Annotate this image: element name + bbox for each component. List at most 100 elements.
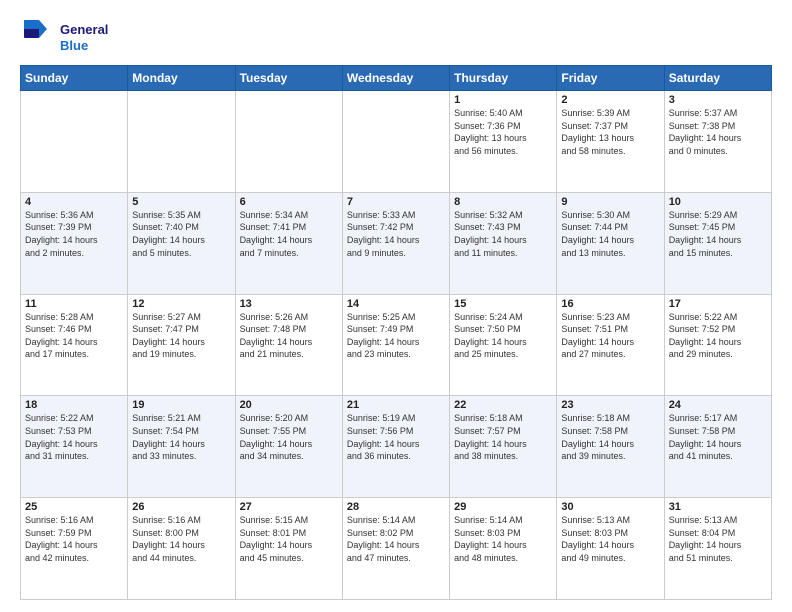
calendar-cell: 18Sunrise: 5:22 AM Sunset: 7:53 PM Dayli… [21, 396, 128, 498]
calendar-cell: 17Sunrise: 5:22 AM Sunset: 7:52 PM Dayli… [664, 294, 771, 396]
calendar-week-5: 25Sunrise: 5:16 AM Sunset: 7:59 PM Dayli… [21, 498, 772, 600]
day-info: Sunrise: 5:22 AM Sunset: 7:52 PM Dayligh… [669, 311, 767, 361]
day-info: Sunrise: 5:16 AM Sunset: 7:59 PM Dayligh… [25, 514, 123, 564]
calendar-week-4: 18Sunrise: 5:22 AM Sunset: 7:53 PM Dayli… [21, 396, 772, 498]
calendar-cell [21, 91, 128, 193]
weekday-header-row: SundayMondayTuesdayWednesdayThursdayFrid… [21, 66, 772, 91]
day-info: Sunrise: 5:37 AM Sunset: 7:38 PM Dayligh… [669, 107, 767, 157]
day-info: Sunrise: 5:18 AM Sunset: 7:57 PM Dayligh… [454, 412, 552, 462]
calendar-cell: 25Sunrise: 5:16 AM Sunset: 7:59 PM Dayli… [21, 498, 128, 600]
weekday-header-tuesday: Tuesday [235, 66, 342, 91]
day-info: Sunrise: 5:23 AM Sunset: 7:51 PM Dayligh… [561, 311, 659, 361]
calendar-cell: 27Sunrise: 5:15 AM Sunset: 8:01 PM Dayli… [235, 498, 342, 600]
day-number: 25 [25, 501, 123, 513]
calendar-cell: 10Sunrise: 5:29 AM Sunset: 7:45 PM Dayli… [664, 192, 771, 294]
calendar-cell: 29Sunrise: 5:14 AM Sunset: 8:03 PM Dayli… [450, 498, 557, 600]
day-number: 18 [25, 399, 123, 411]
weekday-header-saturday: Saturday [664, 66, 771, 91]
day-info: Sunrise: 5:34 AM Sunset: 7:41 PM Dayligh… [240, 209, 338, 259]
day-number: 11 [25, 298, 123, 310]
calendar-cell: 1Sunrise: 5:40 AM Sunset: 7:36 PM Daylig… [450, 91, 557, 193]
day-number: 4 [25, 196, 123, 208]
calendar-cell [342, 91, 449, 193]
weekday-header-sunday: Sunday [21, 66, 128, 91]
day-number: 2 [561, 94, 659, 106]
day-number: 27 [240, 501, 338, 513]
day-number: 16 [561, 298, 659, 310]
calendar-cell: 12Sunrise: 5:27 AM Sunset: 7:47 PM Dayli… [128, 294, 235, 396]
day-info: Sunrise: 5:29 AM Sunset: 7:45 PM Dayligh… [669, 209, 767, 259]
calendar-week-1: 1Sunrise: 5:40 AM Sunset: 7:36 PM Daylig… [21, 91, 772, 193]
weekday-header-wednesday: Wednesday [342, 66, 449, 91]
day-info: Sunrise: 5:39 AM Sunset: 7:37 PM Dayligh… [561, 107, 659, 157]
day-number: 3 [669, 94, 767, 106]
day-number: 8 [454, 196, 552, 208]
day-info: Sunrise: 5:14 AM Sunset: 8:02 PM Dayligh… [347, 514, 445, 564]
day-number: 13 [240, 298, 338, 310]
day-info: Sunrise: 5:28 AM Sunset: 7:46 PM Dayligh… [25, 311, 123, 361]
day-info: Sunrise: 5:21 AM Sunset: 7:54 PM Dayligh… [132, 412, 230, 462]
day-number: 7 [347, 196, 445, 208]
day-number: 24 [669, 399, 767, 411]
logo-text-line2: Blue [60, 38, 108, 53]
calendar-cell [128, 91, 235, 193]
day-number: 19 [132, 399, 230, 411]
day-info: Sunrise: 5:17 AM Sunset: 7:58 PM Dayligh… [669, 412, 767, 462]
day-info: Sunrise: 5:27 AM Sunset: 7:47 PM Dayligh… [132, 311, 230, 361]
day-number: 15 [454, 298, 552, 310]
calendar-table: SundayMondayTuesdayWednesdayThursdayFrid… [20, 65, 772, 600]
day-info: Sunrise: 5:35 AM Sunset: 7:40 PM Dayligh… [132, 209, 230, 259]
day-number: 17 [669, 298, 767, 310]
calendar-cell: 16Sunrise: 5:23 AM Sunset: 7:51 PM Dayli… [557, 294, 664, 396]
day-number: 10 [669, 196, 767, 208]
day-number: 22 [454, 399, 552, 411]
weekday-header-monday: Monday [128, 66, 235, 91]
calendar-cell: 28Sunrise: 5:14 AM Sunset: 8:02 PM Dayli… [342, 498, 449, 600]
day-number: 21 [347, 399, 445, 411]
calendar-cell: 2Sunrise: 5:39 AM Sunset: 7:37 PM Daylig… [557, 91, 664, 193]
calendar-cell: 24Sunrise: 5:17 AM Sunset: 7:58 PM Dayli… [664, 396, 771, 498]
day-info: Sunrise: 5:24 AM Sunset: 7:50 PM Dayligh… [454, 311, 552, 361]
day-info: Sunrise: 5:14 AM Sunset: 8:03 PM Dayligh… [454, 514, 552, 564]
day-info: Sunrise: 5:15 AM Sunset: 8:01 PM Dayligh… [240, 514, 338, 564]
weekday-header-friday: Friday [557, 66, 664, 91]
day-number: 9 [561, 196, 659, 208]
day-number: 6 [240, 196, 338, 208]
day-info: Sunrise: 5:13 AM Sunset: 8:03 PM Dayligh… [561, 514, 659, 564]
calendar-cell: 5Sunrise: 5:35 AM Sunset: 7:40 PM Daylig… [128, 192, 235, 294]
calendar-cell: 26Sunrise: 5:16 AM Sunset: 8:00 PM Dayli… [128, 498, 235, 600]
day-info: Sunrise: 5:32 AM Sunset: 7:43 PM Dayligh… [454, 209, 552, 259]
calendar-cell: 23Sunrise: 5:18 AM Sunset: 7:58 PM Dayli… [557, 396, 664, 498]
day-number: 31 [669, 501, 767, 513]
calendar-cell: 22Sunrise: 5:18 AM Sunset: 7:57 PM Dayli… [450, 396, 557, 498]
day-number: 30 [561, 501, 659, 513]
calendar-cell: 8Sunrise: 5:32 AM Sunset: 7:43 PM Daylig… [450, 192, 557, 294]
day-info: Sunrise: 5:13 AM Sunset: 8:04 PM Dayligh… [669, 514, 767, 564]
day-number: 1 [454, 94, 552, 106]
day-info: Sunrise: 5:26 AM Sunset: 7:48 PM Dayligh… [240, 311, 338, 361]
day-info: Sunrise: 5:40 AM Sunset: 7:36 PM Dayligh… [454, 107, 552, 157]
day-info: Sunrise: 5:16 AM Sunset: 8:00 PM Dayligh… [132, 514, 230, 564]
day-info: Sunrise: 5:18 AM Sunset: 7:58 PM Dayligh… [561, 412, 659, 462]
logo-icon [20, 16, 58, 54]
calendar-cell: 13Sunrise: 5:26 AM Sunset: 7:48 PM Dayli… [235, 294, 342, 396]
page: General Blue SundayMondayTuesdayWednesda… [0, 0, 792, 612]
weekday-header-thursday: Thursday [450, 66, 557, 91]
day-number: 29 [454, 501, 552, 513]
calendar-cell: 11Sunrise: 5:28 AM Sunset: 7:46 PM Dayli… [21, 294, 128, 396]
day-info: Sunrise: 5:25 AM Sunset: 7:49 PM Dayligh… [347, 311, 445, 361]
calendar-cell: 20Sunrise: 5:20 AM Sunset: 7:55 PM Dayli… [235, 396, 342, 498]
day-number: 5 [132, 196, 230, 208]
day-number: 28 [347, 501, 445, 513]
header: General Blue [20, 16, 772, 59]
day-number: 23 [561, 399, 659, 411]
day-number: 20 [240, 399, 338, 411]
calendar-cell: 31Sunrise: 5:13 AM Sunset: 8:04 PM Dayli… [664, 498, 771, 600]
calendar-cell [235, 91, 342, 193]
calendar-week-3: 11Sunrise: 5:28 AM Sunset: 7:46 PM Dayli… [21, 294, 772, 396]
calendar-cell: 14Sunrise: 5:25 AM Sunset: 7:49 PM Dayli… [342, 294, 449, 396]
calendar-cell: 30Sunrise: 5:13 AM Sunset: 8:03 PM Dayli… [557, 498, 664, 600]
calendar-cell: 3Sunrise: 5:37 AM Sunset: 7:38 PM Daylig… [664, 91, 771, 193]
day-info: Sunrise: 5:30 AM Sunset: 7:44 PM Dayligh… [561, 209, 659, 259]
day-info: Sunrise: 5:20 AM Sunset: 7:55 PM Dayligh… [240, 412, 338, 462]
